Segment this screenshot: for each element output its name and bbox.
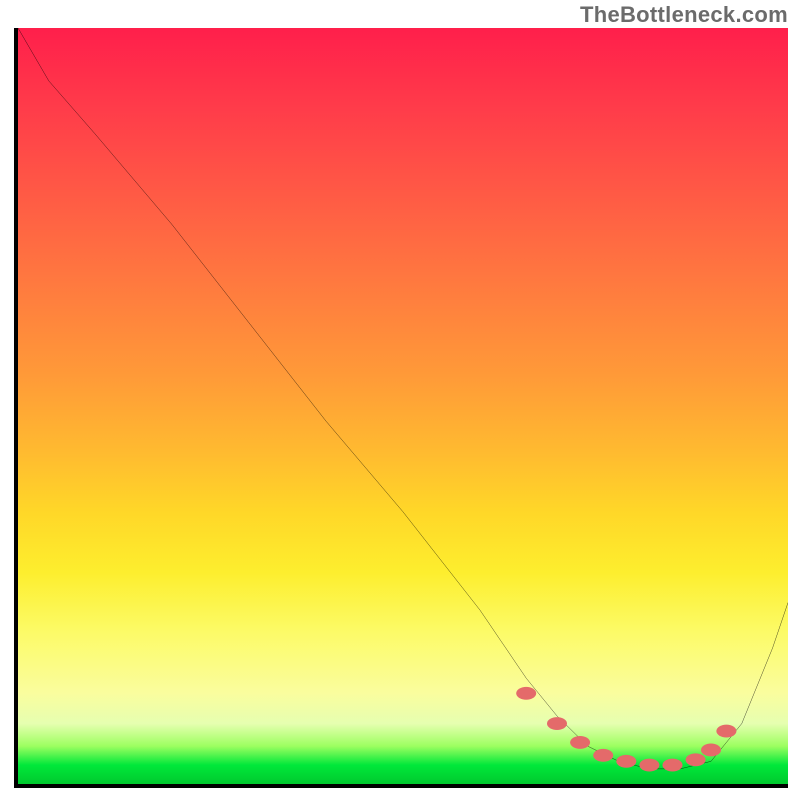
marker-dot [701,744,721,757]
marker-dot [639,759,659,772]
watermark-text: TheBottleneck.com [580,2,788,28]
curve-layer [18,28,788,784]
chart-stage: TheBottleneck.com [0,0,800,800]
bottleneck-curve-path [18,28,788,769]
marker-dot [570,736,590,749]
flat-bottom-markers [516,687,736,772]
marker-dot [516,687,536,700]
marker-dot [716,725,736,738]
plot-frame [14,28,788,788]
marker-dot [662,759,682,772]
marker-dot [547,717,567,730]
marker-dot [686,753,706,766]
marker-dot [616,755,636,768]
marker-dot [593,749,613,762]
